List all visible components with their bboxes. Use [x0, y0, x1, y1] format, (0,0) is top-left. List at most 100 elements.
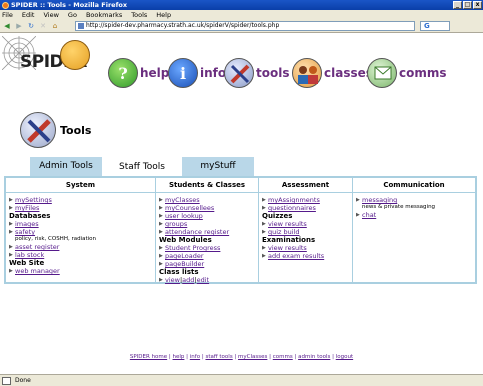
- section-subheading: Quizzes: [262, 212, 293, 220]
- footer-link[interactable]: info: [190, 354, 200, 360]
- footer-link[interactable]: staff tools: [205, 354, 232, 360]
- back-icon[interactable]: ◀: [2, 21, 12, 31]
- tool-link[interactable]: ▶ pageBuilder: [159, 260, 255, 268]
- address-bar[interactable]: http://spider-dev.pharmacy.strath.ac.uk/…: [75, 21, 415, 31]
- tool-link[interactable]: ▶ myCounsellees: [159, 204, 255, 212]
- minimize-button[interactable]: _: [453, 1, 462, 9]
- footer-link[interactable]: admin tools: [298, 354, 330, 360]
- tool-link-label[interactable]: myCounsellees: [165, 204, 214, 212]
- column-header: Students & Classes: [156, 178, 258, 193]
- nav-comms[interactable]: comms: [367, 58, 447, 88]
- footer-link[interactable]: logout: [336, 354, 353, 360]
- tool-link[interactable]: ▶ quiz build: [262, 228, 349, 236]
- tool-link-label[interactable]: chat: [362, 211, 376, 219]
- menu-view[interactable]: View: [43, 11, 58, 19]
- class-list-add-link[interactable]: add: [182, 276, 194, 284]
- nav-help-label: help: [140, 66, 170, 80]
- footer-links: SPIDER home | help | info | staff tools …: [0, 354, 483, 360]
- menu-go[interactable]: Go: [68, 11, 77, 19]
- page-content: SPIDER ? help i info tools classes comms…: [0, 34, 483, 370]
- tool-link-label[interactable]: Student Progress: [165, 244, 220, 252]
- maximize-button[interactable]: □: [463, 1, 472, 9]
- tool-link-label[interactable]: view results: [268, 220, 307, 228]
- tool-link[interactable]: ▶ safety: [9, 228, 152, 236]
- forward-icon[interactable]: ▶: [14, 21, 24, 31]
- class-list-view-link[interactable]: view: [165, 276, 180, 284]
- tool-link[interactable]: ▶ questionnaires: [262, 204, 349, 212]
- footer-link[interactable]: myClasses: [238, 354, 267, 360]
- tool-link[interactable]: ▶ mySettings: [9, 196, 152, 204]
- footer-link[interactable]: help: [173, 354, 185, 360]
- section-subheading: Class lists: [159, 268, 199, 276]
- tool-link[interactable]: ▶ messaging: [356, 196, 472, 204]
- home-icon[interactable]: ⌂: [50, 21, 60, 31]
- menu-bookmarks[interactable]: Bookmarks: [86, 11, 122, 19]
- tool-link[interactable]: ▶ asset register: [9, 243, 152, 251]
- tool-link-label[interactable]: myClasses: [165, 196, 200, 204]
- tool-link-label[interactable]: safety: [15, 228, 35, 236]
- tool-link-label[interactable]: questionnaires: [268, 204, 316, 212]
- stop-icon[interactable]: ✕: [38, 21, 48, 31]
- reload-icon[interactable]: ↻: [26, 21, 36, 31]
- close-button[interactable]: x: [473, 1, 482, 9]
- class-lists-actions: ▶ view | add | edit: [159, 276, 255, 284]
- status-icon: [2, 376, 11, 385]
- tab-admin-tools[interactable]: Admin Tools: [30, 157, 102, 176]
- tool-tabs: Admin Tools Staff Tools myStuff: [30, 157, 257, 176]
- tool-link[interactable]: ▶ pageLoader: [159, 252, 255, 260]
- classes-icon: [292, 58, 322, 88]
- nav-help[interactable]: ? help: [108, 58, 169, 88]
- section-subheading: Web Site: [9, 259, 45, 267]
- footer-link[interactable]: SPIDER home: [130, 354, 167, 360]
- tool-link-label[interactable]: view results: [268, 244, 307, 252]
- tool-link-label[interactable]: myFiles: [15, 204, 39, 212]
- tool-link-label[interactable]: messaging: [362, 196, 397, 204]
- tool-link[interactable]: ▶ web manager: [9, 267, 152, 275]
- tools-icon: [20, 112, 56, 148]
- menu-tools[interactable]: Tools: [131, 11, 147, 19]
- footer-link[interactable]: comms: [273, 354, 293, 360]
- nav-info[interactable]: i info: [168, 58, 226, 88]
- tool-link[interactable]: ▶ attendance register: [159, 228, 255, 236]
- section-subheading: Web Modules: [159, 236, 212, 244]
- tool-link-label[interactable]: web manager: [15, 267, 60, 275]
- column-communication: Communication ▶ messaging news & private m…: [353, 178, 475, 282]
- menu-help[interactable]: Help: [156, 11, 171, 19]
- tool-link[interactable]: ▶ view results: [262, 220, 349, 228]
- tool-link-label[interactable]: add exam results: [268, 252, 324, 260]
- tool-link-label[interactable]: mySettings: [15, 196, 52, 204]
- menu-file[interactable]: File: [2, 11, 13, 19]
- tool-link[interactable]: ▶ user lookup: [159, 212, 255, 220]
- tools-panel: System ▶ mySettings ▶ myFiles Databases ▶ imag…: [4, 176, 477, 284]
- tool-link-label[interactable]: pageLoader: [165, 252, 204, 260]
- tool-link-label[interactable]: lab stock: [15, 251, 44, 259]
- class-list-edit-link[interactable]: edit: [197, 276, 209, 284]
- tool-link[interactable]: ▶ myAssignments: [262, 196, 349, 204]
- tool-link[interactable]: ▶ Student Progress: [159, 244, 255, 252]
- tool-link-label[interactable]: quiz build: [268, 228, 300, 236]
- tool-link[interactable]: ▶ myClasses: [159, 196, 255, 204]
- tool-link-label[interactable]: groups: [165, 220, 187, 228]
- go-button[interactable]: G: [420, 21, 450, 31]
- spider-logo[interactable]: SPIDER: [2, 36, 92, 82]
- spider-mascot-icon: [60, 40, 90, 70]
- nav-classes[interactable]: classes: [292, 58, 373, 88]
- menu-edit[interactable]: Edit: [22, 11, 35, 19]
- tool-link[interactable]: ▶ images: [9, 220, 152, 228]
- tool-link-label[interactable]: asset register: [15, 243, 59, 251]
- tool-link[interactable]: ▶ chat: [356, 211, 472, 219]
- tab-staff-tools[interactable]: Staff Tools: [105, 157, 179, 176]
- tool-link-label[interactable]: user lookup: [165, 212, 203, 220]
- tab-mystuff[interactable]: myStuff: [182, 157, 254, 176]
- tool-link[interactable]: ▶ groups: [159, 220, 255, 228]
- tool-link-label[interactable]: images: [15, 220, 39, 228]
- tool-link[interactable]: ▶ lab stock: [9, 251, 152, 259]
- nav-info-label: info: [200, 66, 227, 80]
- tool-link-label[interactable]: attendance register: [165, 228, 229, 236]
- tool-link-label[interactable]: pageBuilder: [165, 260, 204, 268]
- tool-link[interactable]: ▶ add exam results: [262, 252, 349, 260]
- tool-link-label[interactable]: myAssignments: [268, 196, 320, 204]
- tool-link[interactable]: ▶ myFiles: [9, 204, 152, 212]
- nav-tools[interactable]: tools: [224, 58, 289, 88]
- tool-link[interactable]: ▶ view results: [262, 244, 349, 252]
